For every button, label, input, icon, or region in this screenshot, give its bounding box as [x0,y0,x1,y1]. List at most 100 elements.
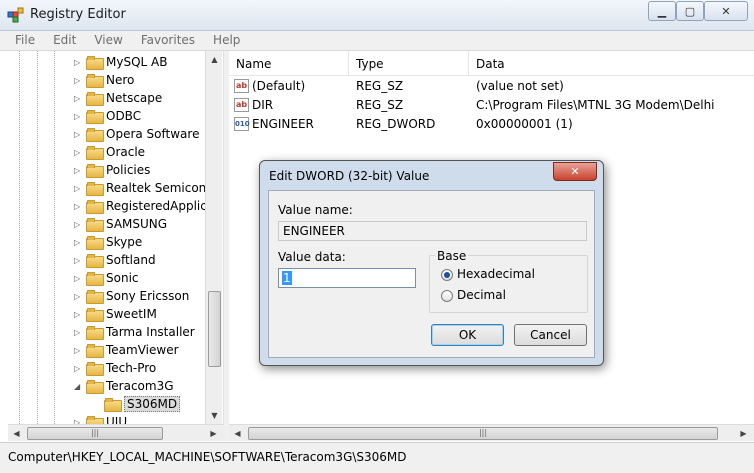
menu-file[interactable]: File [6,31,44,50]
base-label: Base [435,249,469,263]
tree-item[interactable]: ◢ Teracom3G [74,377,174,395]
tree-item[interactable]: ▷ SweetIM [74,305,157,323]
maximize-button[interactable]: ▢ [676,1,704,21]
tree-item-label: Teracom3G [106,379,174,393]
folder-icon [86,74,104,88]
table-row[interactable]: ab (Default) REG_SZ (value not set) [229,77,754,96]
collapsed-arrow-icon[interactable]: ▷ [74,310,86,319]
scroll-left-arrow-icon[interactable]: ◀ [8,425,25,442]
table-row[interactable]: ab DIR REG_SZ C:\Program Files\MTNL 3G Mode… [229,96,754,115]
folder-icon [86,326,104,340]
collapsed-arrow-icon[interactable]: ▷ [74,112,86,121]
hexadecimal-radio[interactable] [441,269,453,281]
scroll-right-arrow-icon[interactable]: ▶ [205,425,222,442]
scroll-thumb[interactable]: ||| [27,427,163,440]
tree-item[interactable]: ▷ Realtek Semicond [74,179,214,197]
collapsed-arrow-icon[interactable]: ▷ [74,94,86,103]
value-data-input[interactable]: 1 [278,268,416,288]
collapsed-arrow-icon[interactable]: ▷ [74,292,86,301]
tree-item[interactable]: ▷ SAMSUNG [74,215,167,233]
ok-button[interactable]: OK [431,324,504,346]
window-titlebar: Registry Editor ▁ ▢ ✕ [0,0,754,31]
maximize-icon: ▢ [684,4,696,18]
tree-item[interactable]: ▷ TeamViewer [74,341,179,359]
menu-help[interactable]: Help [204,31,249,50]
menu-edit[interactable]: Edit [44,31,85,50]
tree-item[interactable]: ▷ Tarma Installer [74,323,195,341]
tree-item[interactable]: ▷ Oracle [74,143,145,161]
tree-item[interactable]: ▷ Softland [74,251,156,269]
hexadecimal-label[interactable]: Hexadecimal [457,267,535,281]
collapsed-arrow-icon[interactable]: ▷ [74,184,86,193]
column-divider[interactable] [468,51,469,76]
window-controls: ▁ ▢ ✕ [648,1,748,21]
value-type-cell: REG_SZ [356,79,404,93]
collapsed-arrow-icon[interactable]: ▷ [74,76,86,85]
list-header: Name Type Data [229,51,754,76]
tree-item-label: S306MD [124,396,181,412]
menu-favorites[interactable]: Favorites [132,31,204,50]
tree-item[interactable]: ▷ MySQL AB [74,53,167,71]
table-row[interactable]: 010 ENGINEER REG_DWORD 0x00000001 (1) [229,115,754,134]
tree-item[interactable]: ▷ Skype [74,233,142,251]
tree-item[interactable]: S306MD [92,395,181,413]
scroll-left-arrow-icon[interactable]: ◀ [229,425,246,442]
string-value-icon: ab [234,98,249,112]
column-header-data[interactable]: Data [476,57,505,71]
tree-item[interactable]: ▷ Opera Software [74,125,199,143]
collapsed-arrow-icon[interactable]: ▷ [74,328,86,337]
tree-item[interactable]: ▷ ODBC [74,107,141,125]
folder-icon [86,182,104,196]
cancel-button[interactable]: Cancel [514,324,587,346]
collapsed-arrow-icon[interactable]: ▷ [74,256,86,265]
column-divider[interactable] [348,51,349,76]
tree-item[interactable]: ▷ Tech-Pro [74,359,156,377]
collapsed-arrow-icon[interactable]: ▷ [74,238,86,247]
collapsed-arrow-icon[interactable]: ▷ [74,58,86,67]
folder-icon [86,416,104,424]
tree-item[interactable]: ▷ Sony Ericsson [74,287,189,305]
value-name-text: ENGINEER [283,224,345,238]
menu-view[interactable]: View [85,31,131,50]
scroll-thumb[interactable] [208,291,221,367]
tree-item[interactable]: ▷ Nero [74,71,134,89]
column-header-type[interactable]: Type [356,57,384,71]
column-header-name[interactable]: Name [236,57,271,71]
scroll-up-arrow-icon[interactable]: ▲ [206,51,223,68]
decimal-label[interactable]: Decimal [457,288,506,302]
dialog-close-button[interactable]: ✕ [553,162,597,181]
collapsed-arrow-icon[interactable]: ▷ [74,364,86,373]
tree-item-label: Sonic [106,271,139,285]
expanded-arrow-icon[interactable]: ◢ [74,382,86,391]
scroll-thumb[interactable]: ||| [248,427,718,440]
registry-editor-icon [7,7,24,23]
tree-item-label: TeamViewer [106,343,179,357]
scroll-down-arrow-icon[interactable]: ▼ [206,407,223,424]
window-title: Registry Editor [30,7,126,22]
scroll-right-arrow-icon[interactable]: ▶ [735,425,752,442]
tree-vertical-scrollbar[interactable]: ▲ ▼ [205,51,222,424]
tree-item-label: Netscape [106,91,163,105]
minimize-button[interactable]: ▁ [648,1,676,21]
tree-horizontal-scrollbar[interactable]: ◀ ||| ▶ [8,424,224,441]
tree-item[interactable]: ▷ Sonic [74,269,139,287]
tree-item[interactable]: ▷ Policies [74,161,150,179]
collapsed-arrow-icon[interactable]: ▷ [74,130,86,139]
tree-item-label: Oracle [106,145,146,159]
folder-icon [86,380,104,394]
tree-item[interactable]: ▷ UIU [74,413,127,424]
tree-item[interactable]: ▷ Netscape [74,89,162,107]
collapsed-arrow-icon[interactable]: ▷ [74,220,86,229]
list-horizontal-scrollbar[interactable]: ◀ ||| ▶ [229,424,754,441]
collapsed-arrow-icon[interactable]: ▷ [74,274,86,283]
registry-key-tree[interactable]: ▷ MySQL AB ▷ Nero ▷ Netscape ▷ ODBC ▷ Opera Softw… [8,51,224,424]
collapsed-arrow-icon[interactable]: ▷ [74,148,86,157]
decimal-radio[interactable] [441,290,453,302]
close-button[interactable]: ✕ [704,1,748,21]
tree-item[interactable]: ▷ RegisteredApplica [74,197,214,215]
collapsed-arrow-icon[interactable]: ▷ [74,202,86,211]
collapsed-arrow-icon[interactable]: ▷ [74,346,86,355]
collapsed-arrow-icon[interactable]: ▷ [74,166,86,175]
folder-icon [86,362,104,376]
dialog-body: Value name: ENGINEER Value data: 1 Base … [268,190,595,358]
